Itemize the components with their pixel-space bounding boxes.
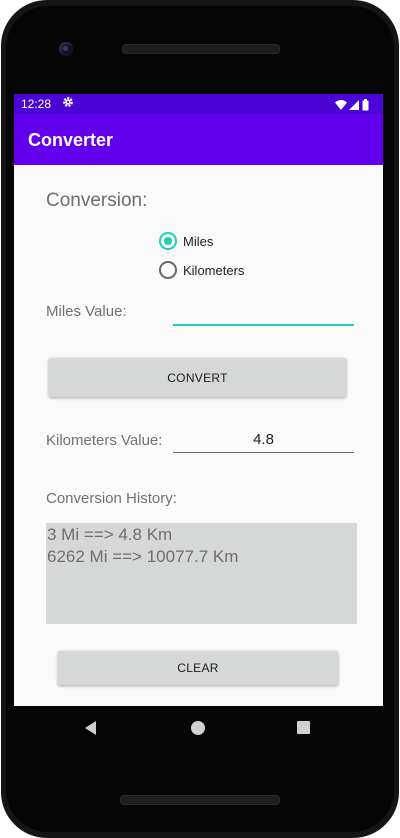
miles-value-input[interactable] [173, 302, 354, 326]
radio-label-kilometers: Kilometers [183, 262, 245, 278]
settings-icon [62, 96, 74, 111]
radio-button-unchecked[interactable] [159, 261, 177, 279]
history-line: 3 Mi ==> 4.8 Km [47, 525, 173, 544]
signal-icon [349, 100, 359, 110]
kilometers-value-output: 4.8 [173, 431, 354, 453]
app-screen: 12:28 Converter Conversion: Miles Kilome… [14, 94, 383, 706]
conversion-history-label: Conversion History: [46, 490, 177, 507]
history-line: 6262 Mi ==> 10077.7 Km [47, 547, 239, 566]
navigation-bar [14, 706, 383, 752]
radio-miles[interactable]: Miles [159, 230, 213, 252]
battery-icon [362, 99, 369, 111]
bottom-speaker [120, 795, 280, 805]
status-icons [335, 98, 375, 111]
clear-button[interactable]: CLEAR [58, 651, 338, 685]
device-frame: 12:28 Converter Conversion: Miles Kilome… [0, 0, 400, 838]
kilometers-value-label: Kilometers Value: [46, 432, 163, 449]
back-icon[interactable] [85, 721, 96, 735]
convert-button[interactable]: CONVERT [49, 358, 346, 397]
conversion-history-box[interactable]: 3 Mi ==> 4.8 Km 6262 Mi ==> 10077.7 Km [46, 523, 357, 624]
radio-label-miles: Miles [183, 233, 214, 249]
radio-kilometers[interactable]: Kilometers [159, 259, 244, 281]
app-bar: Converter [14, 114, 383, 165]
radio-button-checked[interactable] [159, 232, 177, 250]
recent-apps-icon[interactable] [297, 721, 310, 734]
conversion-heading: Conversion: [46, 190, 148, 211]
app-title: Converter [28, 130, 114, 150]
miles-value-label: Miles Value: [46, 303, 127, 320]
front-camera [59, 42, 73, 56]
status-time: 12:28 [21, 97, 52, 111]
earpiece-speaker [122, 44, 280, 54]
wifi-icon [335, 100, 347, 110]
status-bar: 12:28 [14, 94, 383, 114]
home-icon[interactable] [191, 721, 205, 735]
